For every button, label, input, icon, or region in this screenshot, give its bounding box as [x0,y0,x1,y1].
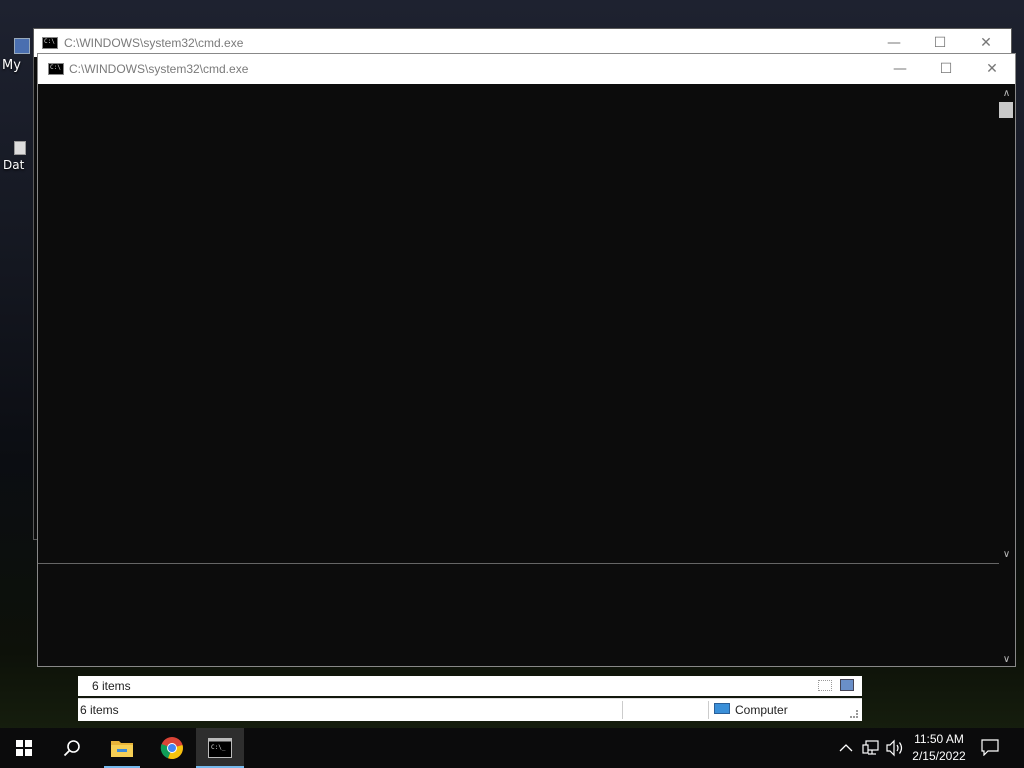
cmd-taskbar-button[interactable]: C:\_ [196,728,244,768]
large-icons-view-icon[interactable] [840,679,854,691]
clock-time: 11:50 AM [914,732,964,746]
resize-grip-icon[interactable] [850,710,858,718]
status-divider [708,701,709,719]
clock-button[interactable]: 11:50 AM 2/15/2022 [908,731,970,767]
explorer-status-bar-top: 6 items [78,676,862,696]
chevron-up-icon [839,744,853,752]
computer-icon [714,703,730,714]
status-divider [622,701,623,719]
notification-icon [981,739,999,757]
window-title: C:\WINDOWS\system32\cmd.exe [64,36,244,50]
scroll-down-icon[interactable]: ∨ [998,652,1015,666]
scroll-thumb[interactable] [999,102,1013,118]
chrome-icon [160,737,183,760]
chrome-taskbar-button[interactable] [148,728,196,768]
explorer-status-bar-bottom: 6 items Computer [78,698,862,721]
desktop-icon-my-computer[interactable]: My [0,36,30,76]
cmd-icon [42,37,58,49]
clock-date: 2/15/2022 [912,749,966,763]
console-output-area[interactable] [38,84,999,563]
network-button[interactable] [862,739,880,757]
details-view-icon[interactable] [818,680,832,691]
title-bar[interactable]: C:\WINDOWS\system32\cmd.exe — ☐ ✕ [38,54,1015,84]
minimize-button[interactable]: — [877,54,923,84]
file-explorer-taskbar-button[interactable] [98,728,146,768]
svg-text:C:\_: C:\_ [211,744,226,751]
show-hidden-icons-button[interactable] [838,740,854,756]
scroll-up-icon[interactable]: ∧ [998,86,1015,100]
cmd-icon [48,63,64,75]
volume-icon [886,739,903,757]
volume-button[interactable] [885,739,905,757]
file-explorer-icon [111,741,133,757]
search-button[interactable] [48,728,96,768]
location-label: Computer [735,703,788,717]
windows-logo-icon [16,740,32,756]
console-lower-area[interactable] [38,564,999,666]
item-count: 6 items [92,679,131,693]
search-icon [63,740,80,757]
computer-icon [14,38,30,54]
cmd-window-front[interactable]: C:\WINDOWS\system32\cmd.exe — ☐ ✕ ∧ ∨ ∨ [37,53,1016,667]
close-button[interactable]: ✕ [969,54,1015,84]
start-button[interactable] [0,728,48,768]
window-title: C:\WINDOWS\system32\cmd.exe [69,62,249,76]
desktop-icon-data[interactable]: Dat [0,115,30,173]
file-icon [14,141,26,155]
desktop-icon-label: Dat [3,158,25,172]
desktop-icon-label: My [2,58,21,73]
vertical-scrollbar-lower[interactable]: ∨ [998,564,1015,666]
vertical-scrollbar[interactable]: ∧ ∨ [998,84,1015,563]
scroll-down-icon[interactable]: ∨ [998,547,1015,561]
action-center-button[interactable] [980,738,1002,758]
item-count: 6 items [80,703,119,717]
taskbar: C:\_ 11:50 AM 2/15/2022 [0,728,1024,768]
maximize-button[interactable]: ☐ [923,54,969,84]
network-icon [862,740,879,755]
cmd-icon: C:\_ [208,738,232,758]
